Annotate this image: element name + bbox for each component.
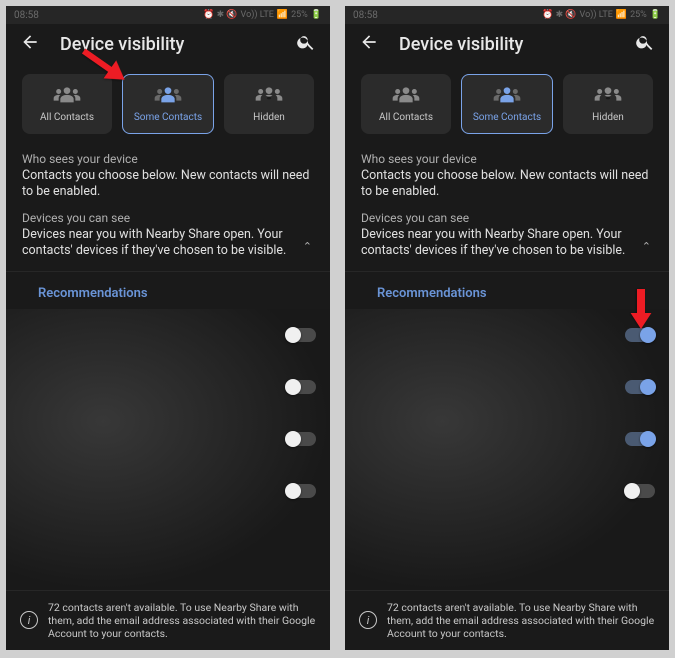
contact-toggle[interactable] xyxy=(625,484,655,498)
who-sees-desc: Contacts you choose below. New contacts … xyxy=(361,168,653,201)
group-icon xyxy=(153,85,183,106)
who-sees-title: Who sees your device xyxy=(22,152,314,166)
group-icon xyxy=(52,85,82,106)
footer-banner: i 72 contacts aren't available. To use N… xyxy=(6,590,330,650)
list-item xyxy=(359,465,655,517)
group-icon xyxy=(254,85,284,106)
contact-toggle[interactable] xyxy=(625,380,655,394)
recommendations-heading: Recommendations xyxy=(345,272,669,309)
contact-toggle[interactable] xyxy=(625,328,655,342)
contact-toggle[interactable] xyxy=(286,328,316,342)
contact-toggle[interactable] xyxy=(286,380,316,394)
group-icon xyxy=(593,85,623,106)
app-header: Device visibility xyxy=(6,24,330,64)
footer-text: 72 contacts aren't available. To use Nea… xyxy=(48,601,316,640)
info-sections: Who sees your device Contacts you choose… xyxy=(6,146,330,272)
page-title: Device visibility xyxy=(399,34,615,55)
tab-some-contacts[interactable]: Some Contacts xyxy=(122,74,214,134)
app-header: Device visibility xyxy=(345,24,669,64)
status-icons: ⏰ ✱ 🔇 Vo)) LTE 📶 25% 🔋 xyxy=(203,10,322,20)
status-bar: 08:58 ⏰ ✱ 🔇 Vo)) LTE 📶 25% 🔋 xyxy=(6,6,330,24)
list-item xyxy=(20,309,316,361)
list-item xyxy=(359,413,655,465)
list-item xyxy=(359,309,655,361)
list-item xyxy=(20,413,316,465)
info-icon: i xyxy=(20,611,38,629)
chevron-up-icon[interactable]: ⌃ xyxy=(642,240,651,253)
who-sees-title: Who sees your device xyxy=(361,152,653,166)
visibility-tabs: All Contacts Some Contacts Hidden xyxy=(345,64,669,146)
tab-label: Some Contacts xyxy=(473,112,541,123)
tab-label: Hidden xyxy=(592,112,624,123)
back-icon[interactable] xyxy=(20,32,40,56)
contact-toggle[interactable] xyxy=(286,432,316,446)
contacts-list-left xyxy=(6,309,330,590)
tab-hidden[interactable]: Hidden xyxy=(563,74,653,134)
tab-some-contacts[interactable]: Some Contacts xyxy=(461,74,553,134)
status-icons: ⏰ ✱ 🔇 Vo)) LTE 📶 25% 🔋 xyxy=(542,10,661,20)
tab-all-contacts[interactable]: All Contacts xyxy=(361,74,451,134)
contact-toggle[interactable] xyxy=(625,432,655,446)
recommendations-heading: Recommendations xyxy=(6,272,330,309)
status-bar: 08:58 ⏰ ✱ 🔇 Vo)) LTE 📶 25% 🔋 xyxy=(345,6,669,24)
clock: 08:58 xyxy=(353,10,378,21)
you-see-desc: Devices near you with Nearby Share open.… xyxy=(22,227,295,260)
annotation-arrow-right xyxy=(624,289,654,329)
you-see-desc: Devices near you with Nearby Share open.… xyxy=(361,227,634,260)
info-icon: i xyxy=(359,611,377,629)
contact-toggle[interactable] xyxy=(286,484,316,498)
tab-label: All Contacts xyxy=(379,112,433,123)
chevron-up-icon[interactable]: ⌃ xyxy=(303,240,312,253)
info-sections: Who sees your device Contacts you choose… xyxy=(345,146,669,272)
footer-text: 72 contacts aren't available. To use Nea… xyxy=(387,601,655,640)
clock: 08:58 xyxy=(14,10,39,21)
search-icon[interactable] xyxy=(296,32,316,56)
you-see-title: Devices you can see xyxy=(22,211,314,225)
group-icon xyxy=(492,85,522,106)
screenshot-right: 08:58 ⏰ ✱ 🔇 Vo)) LTE 📶 25% 🔋 Device visi… xyxy=(345,6,669,650)
back-icon[interactable] xyxy=(359,32,379,56)
tab-label: Hidden xyxy=(253,112,285,123)
tab-label: All Contacts xyxy=(40,112,94,123)
group-icon xyxy=(391,85,421,106)
list-item xyxy=(359,361,655,413)
visibility-tabs: All Contacts Some Contacts Hidden xyxy=(6,64,330,146)
footer-banner: i 72 contacts aren't available. To use N… xyxy=(345,590,669,650)
list-item xyxy=(20,361,316,413)
you-see-title: Devices you can see xyxy=(361,211,653,225)
list-item xyxy=(20,465,316,517)
search-icon[interactable] xyxy=(635,32,655,56)
tab-label: Some Contacts xyxy=(134,112,202,123)
tab-hidden[interactable]: Hidden xyxy=(224,74,314,134)
who-sees-desc: Contacts you choose below. New contacts … xyxy=(22,168,314,201)
contacts-list-right xyxy=(345,309,669,590)
screenshot-left: 08:58 ⏰ ✱ 🔇 Vo)) LTE 📶 25% 🔋 Device visi… xyxy=(6,6,330,650)
